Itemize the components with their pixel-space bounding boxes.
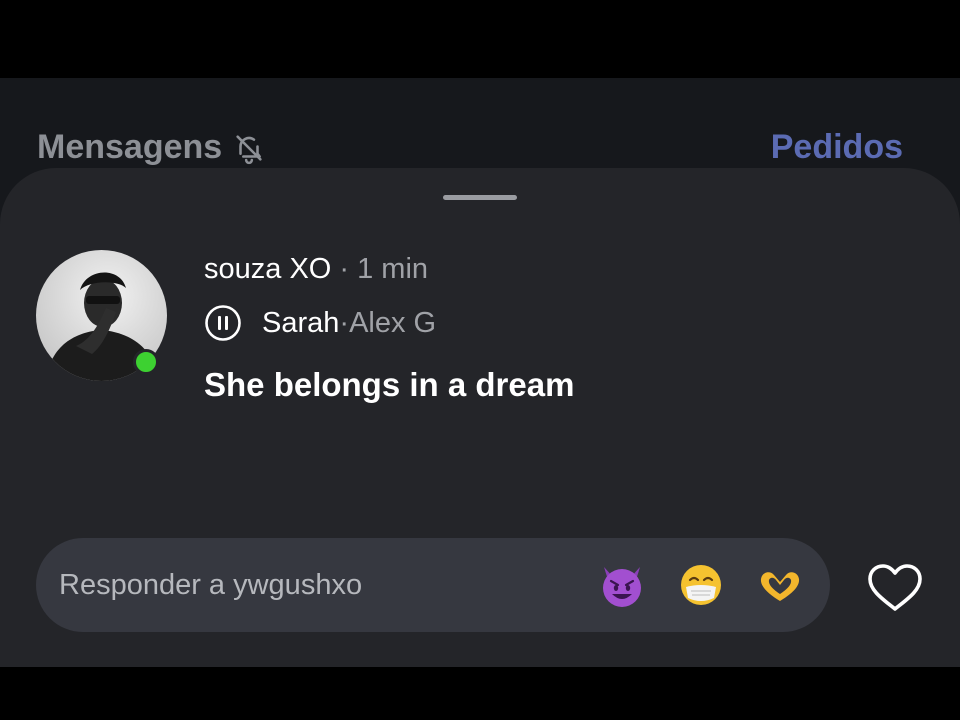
username[interactable]: souza XO (204, 253, 331, 285)
messages-screen: Mensagens Pedidos souza XO · 1 min Sarah… (0, 78, 960, 667)
header-title-group: Mensagens (37, 128, 266, 167)
music-row: Sarah · Alex G (204, 304, 436, 342)
note-text: She belongs in a dream (204, 366, 575, 403)
reply-bar (36, 538, 830, 632)
heart-outline-icon[interactable] (866, 563, 924, 613)
online-status-dot (133, 349, 159, 375)
separator: · (339, 306, 350, 339)
bell-off-icon[interactable] (232, 131, 266, 165)
note-bottom-sheet: souza XO · 1 min Sarah · Alex G She belo… (0, 168, 960, 667)
reply-input[interactable] (59, 563, 559, 607)
song-title[interactable]: Sarah (262, 307, 339, 340)
timestamp: 1 min (357, 253, 429, 285)
smiling-devil-emoji[interactable] (598, 561, 646, 609)
mask-face-emoji[interactable] (677, 561, 725, 609)
heart-hands-emoji[interactable] (756, 561, 804, 609)
pause-icon[interactable] (204, 304, 242, 342)
separator: · (331, 253, 358, 285)
page-title: Mensagens (37, 128, 223, 166)
sheet-drag-handle[interactable] (443, 195, 517, 200)
song-artist: Alex G (349, 306, 437, 339)
note-meta: souza XO · 1 min (204, 253, 428, 286)
header: Mensagens Pedidos (0, 78, 960, 178)
requests-link[interactable]: Pedidos (771, 128, 903, 167)
